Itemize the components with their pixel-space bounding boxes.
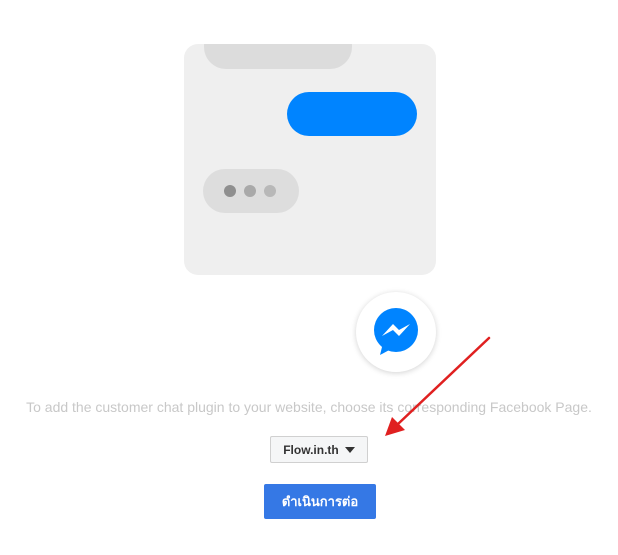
customer-chat-setup-page: To add the customer chat plugin to your … (0, 0, 618, 555)
red-arrow-icon (385, 336, 491, 436)
